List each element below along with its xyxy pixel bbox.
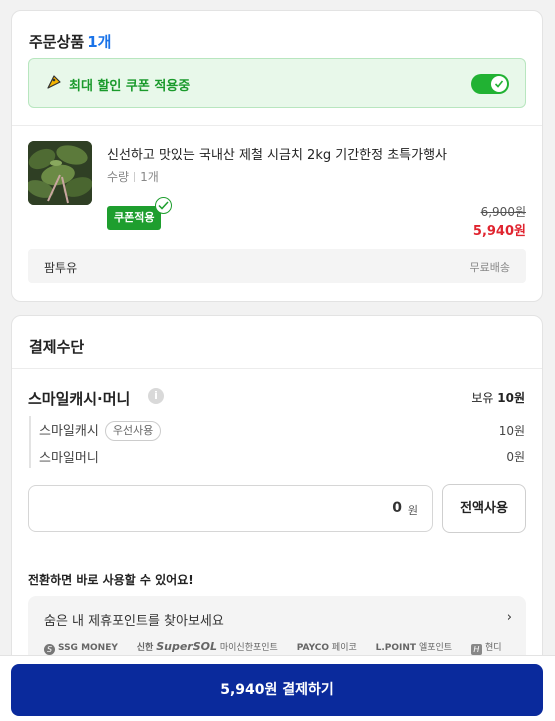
quantity-label: 수량 [107, 170, 130, 184]
ssg-money-logo: S SSG MONEY [44, 643, 118, 655]
smile-money-value: 0원 [506, 450, 525, 464]
order-items-card: 주문상품 1개 최대 할인 쿠폰 적용중 신선하고 맛있는 국내산 제철 시금치… [11, 10, 543, 302]
seller-row: 팜투유 무료배송 [28, 249, 526, 283]
divider [29, 416, 31, 468]
payco-logo: PAYCO 페이코 [296, 643, 357, 653]
coupon-applied-badge[interactable]: 쿠폰적용 [107, 206, 162, 230]
checkout-bar: 5,940원 결제하기 [0, 655, 555, 721]
lpoint-logo: L.POINT 엘포인트 [375, 643, 453, 653]
balance-value: 10원 [497, 391, 525, 405]
balance-label: 보유 [471, 391, 494, 405]
info-icon[interactable]: i [148, 388, 164, 404]
pay-button[interactable]: 5,940원 결제하기 [11, 664, 543, 716]
badge-check-icon [155, 197, 172, 214]
payment-section-title: 결제수단 [29, 338, 85, 356]
product-image[interactable] [28, 141, 92, 205]
shipping-info: 무료배송 [469, 261, 510, 274]
smile-cash-value: 10원 [498, 424, 525, 438]
order-title-label: 주문상품 [29, 33, 85, 51]
coupon-tag-icon [47, 75, 61, 89]
check-icon [494, 80, 504, 88]
partner-logos: S SSG MONEY 신한 SuperSOL 마이신한포인트 PAYCO 페이코… [44, 640, 518, 655]
convert-points-heading: 전환하면 바로 사용할 수 있어요! [28, 573, 194, 587]
find-points-label: 숨은 내 제휴포인트를 찾아보세요 [44, 614, 224, 629]
order-item-count: 1개 [87, 33, 112, 51]
use-amount-input[interactable]: 0 원 [28, 485, 433, 532]
coupon-applied-banner: 최대 할인 쿠폰 적용중 [28, 58, 526, 108]
smile-cash-label: 스마일캐시 [39, 424, 99, 439]
original-price: 6,900원 [480, 205, 526, 219]
product-name[interactable]: 신선하고 맛있는 국내산 제철 시금치 2kg 기간한정 초특가행사 [107, 144, 447, 163]
coupon-banner-text: 최대 할인 쿠폰 적용중 [69, 79, 191, 94]
seller-name: 팜투유 [44, 261, 78, 275]
divider [134, 172, 136, 182]
divider [12, 125, 542, 126]
smile-money-row: 스마일머니 [39, 447, 99, 466]
quantity-value: 1개 [140, 170, 159, 184]
smile-cash-money-title: 스마일캐시·머니 [28, 390, 131, 408]
spinach-image [28, 141, 92, 205]
chevron-right-icon: › [506, 610, 512, 625]
sale-price: 5,940원 [472, 224, 526, 239]
hyundai-logo: H 현디 [470, 640, 502, 655]
product-quantity: 수량 1개 [107, 168, 159, 185]
smile-cash-row: 스마일캐시 우선사용 [39, 420, 162, 441]
order-section-title: 주문상품 1개 [29, 31, 111, 52]
balance-display: 보유 10원 [471, 389, 525, 406]
smile-money-label: 스마일머니 [39, 451, 99, 466]
use-amount-unit: 원 [407, 504, 418, 517]
shinhan-logo: 신한 SuperSOL 마이신한포인트 [136, 640, 278, 653]
use-all-button[interactable]: 전액사용 [442, 484, 526, 533]
use-amount-value: 0 [392, 500, 402, 516]
coupon-toggle[interactable] [471, 74, 509, 94]
priority-use-tag: 우선사용 [104, 421, 162, 441]
toggle-knob [491, 76, 507, 92]
divider [12, 368, 542, 369]
